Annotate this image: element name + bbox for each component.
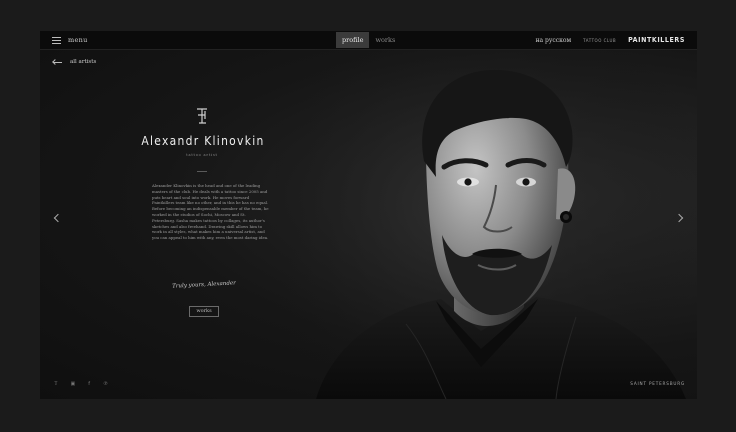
previous-artist-arrow-icon[interactable] (53, 213, 63, 223)
twitter-icon[interactable]: 𝕋 (54, 381, 58, 387)
artist-bio: Alexander Klinovkin is the head and one … (152, 183, 269, 241)
works-button[interactable]: works (189, 306, 219, 317)
back-label: all artists (70, 59, 97, 65)
hamburger-icon (52, 36, 61, 44)
back-to-artists-link[interactable]: all artists (52, 59, 96, 65)
facebook-icon[interactable]: f (88, 381, 90, 387)
top-navigation-bar: menu profile works на русском TATTOO CLU… (40, 31, 697, 50)
artist-signature: Truly yours, Alexander (172, 280, 236, 290)
paintkillers-monogram-icon (197, 108, 207, 124)
social-links: 𝕋 ▣ f ℗ (54, 381, 108, 387)
menu-button[interactable]: menu (52, 34, 88, 46)
header-right-group: на русском TATTOO CLUB PAINTKILLERS (536, 31, 685, 49)
language-switch-link[interactable]: на русском (536, 37, 572, 44)
pinterest-icon[interactable]: ℗ (103, 381, 108, 387)
divider (197, 171, 207, 172)
city-label: SAINT PETERSBURG (630, 381, 685, 386)
club-label: TATTOO CLUB (583, 37, 617, 43)
menu-label: menu (68, 36, 88, 44)
artist-portrait-photo (276, 49, 697, 399)
instagram-icon[interactable]: ▣ (71, 381, 76, 387)
tab-works[interactable]: works (369, 32, 401, 48)
artist-name: Alexandr Klinovkin (141, 133, 265, 148)
profile-tabs: profile works (336, 32, 401, 48)
arrow-left-icon (52, 59, 62, 65)
tab-profile[interactable]: profile (336, 32, 370, 48)
brand-logo[interactable]: PAINTKILLERS (628, 36, 685, 44)
artist-role: tattoo artist (186, 153, 218, 157)
artist-profile-page: menu profile works на русском TATTOO CLU… (40, 31, 697, 399)
